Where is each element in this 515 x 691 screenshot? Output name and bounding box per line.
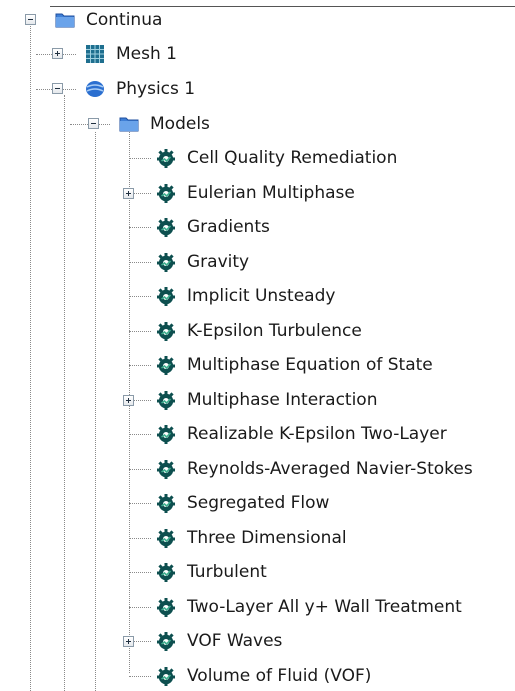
tree-node-model[interactable]: Gradients [155, 214, 270, 240]
tree-node-label: Three Dimensional [187, 527, 347, 548]
models-collapse-toggle[interactable] [88, 118, 99, 129]
tree-line [129, 434, 151, 435]
tree-node-model[interactable]: Segregated Flow [155, 490, 329, 516]
tree-node-model[interactable]: Cell Quality Remediation [155, 145, 397, 171]
model-expand-toggle[interactable] [123, 636, 134, 647]
model-gear-icon [155, 630, 177, 652]
model-gear-icon [155, 285, 177, 307]
tree-node-mesh-1[interactable]: Mesh 1 [84, 41, 177, 67]
folder-icon [54, 9, 76, 31]
model-expand-toggle[interactable] [123, 394, 134, 406]
tree-line [129, 606, 151, 608]
tree-line [129, 468, 151, 470]
tree-node-model[interactable]: Eulerian Multiphase [155, 180, 355, 206]
tree-node-label: Two-Layer All y+ Wall Treatment [187, 596, 462, 617]
tree-node-label: Multiphase Interaction [187, 389, 378, 410]
tree-line [129, 537, 151, 539]
tree-line [129, 365, 151, 366]
tree-node-label: Mesh 1 [116, 44, 177, 64]
tree-line [129, 675, 151, 677]
tree-node-model[interactable]: Reynolds-Averaged Navier-Stokes [155, 456, 473, 482]
tree-node-label: Volume of Fluid (VOF) [187, 665, 372, 686]
tree-line [129, 261, 151, 263]
object-tree[interactable]: Continua Mesh 1 Physics 1 Models Cell Qu… [0, 0, 515, 691]
tree-node-label: Multiphase Equation of State [187, 355, 433, 375]
tree-node-model[interactable]: Realizable K-Epsilon Two-Layer [155, 421, 447, 447]
tree-node-label: VOF Waves [187, 631, 283, 651]
model-gear-icon [155, 492, 177, 514]
tree-node-continua[interactable]: Continua [54, 7, 162, 33]
tree-line [95, 132, 96, 691]
model-gear-icon [155, 320, 177, 342]
model-gear-icon [155, 561, 177, 583]
model-gear-icon [155, 423, 177, 445]
continua-collapse-toggle[interactable] [25, 14, 36, 25]
tree-line [30, 22, 31, 691]
model-gear-icon [155, 147, 177, 169]
folder-icon [118, 113, 140, 135]
tree-line [129, 330, 151, 332]
tree-line [129, 227, 151, 228]
tree-node-label: Segregated Flow [187, 493, 330, 513]
model-gear-icon [155, 665, 177, 687]
mesh-grid-icon [84, 43, 106, 65]
model-gear-icon [155, 251, 177, 273]
tree-node-label: Reynolds-Averaged Navier-Stokes [187, 458, 473, 479]
model-gear-icon [155, 354, 177, 376]
tree-node-label: Eulerian Multiphase [187, 182, 355, 203]
tree-node-model[interactable]: Volume of Fluid (VOF) [155, 663, 371, 689]
tree-node-model[interactable]: Multiphase Interaction [155, 387, 378, 413]
tree-node-label: Gradients [187, 217, 270, 237]
model-expand-toggle[interactable] [123, 187, 134, 199]
tree-node-model[interactable]: Two-Layer All y+ Wall Treatment [155, 594, 462, 620]
tree-line [129, 158, 151, 159]
tree-node-physics-1[interactable]: Physics 1 [84, 76, 195, 102]
model-gear-icon [155, 182, 177, 204]
tree-line [64, 95, 65, 691]
physics-icon [84, 78, 106, 100]
model-gear-icon [155, 216, 177, 238]
tree-node-models[interactable]: Models [118, 111, 210, 137]
tree-node-label: Turbulent [187, 562, 267, 582]
tree-node-label: K-Epsilon Turbulence [187, 320, 362, 341]
model-gear-icon [155, 527, 177, 549]
tree-node-label: Gravity [187, 251, 250, 272]
model-gear-icon [155, 458, 177, 480]
tree-node-label: Realizable K-Epsilon Two-Layer [187, 424, 447, 444]
tree-node-label: Physics 1 [116, 79, 196, 99]
tree-node-label: Cell Quality Remediation [187, 148, 398, 168]
tree-line [129, 296, 151, 297]
tree-node-model[interactable]: K-Epsilon Turbulence [155, 318, 362, 344]
tree-node-model[interactable]: VOF Waves [155, 628, 282, 654]
tree-line [129, 572, 151, 573]
tree-node-label: Implicit Unsteady [187, 286, 336, 306]
tree-node-model[interactable]: Implicit Unsteady [155, 283, 335, 309]
tree-node-model[interactable]: Gravity [155, 249, 249, 275]
model-gear-icon [155, 596, 177, 618]
tree-node-model[interactable]: Three Dimensional [155, 525, 347, 551]
tree-line [129, 503, 151, 504]
tree-node-model[interactable]: Turbulent [155, 559, 267, 585]
tree-node-label: Models [150, 114, 210, 134]
tree-node-label: Continua [86, 10, 163, 30]
physics-collapse-toggle[interactable] [52, 83, 63, 94]
tree-node-model[interactable]: Multiphase Equation of State [155, 352, 433, 378]
mesh-expand-toggle[interactable] [52, 48, 63, 59]
model-gear-icon [155, 389, 177, 411]
